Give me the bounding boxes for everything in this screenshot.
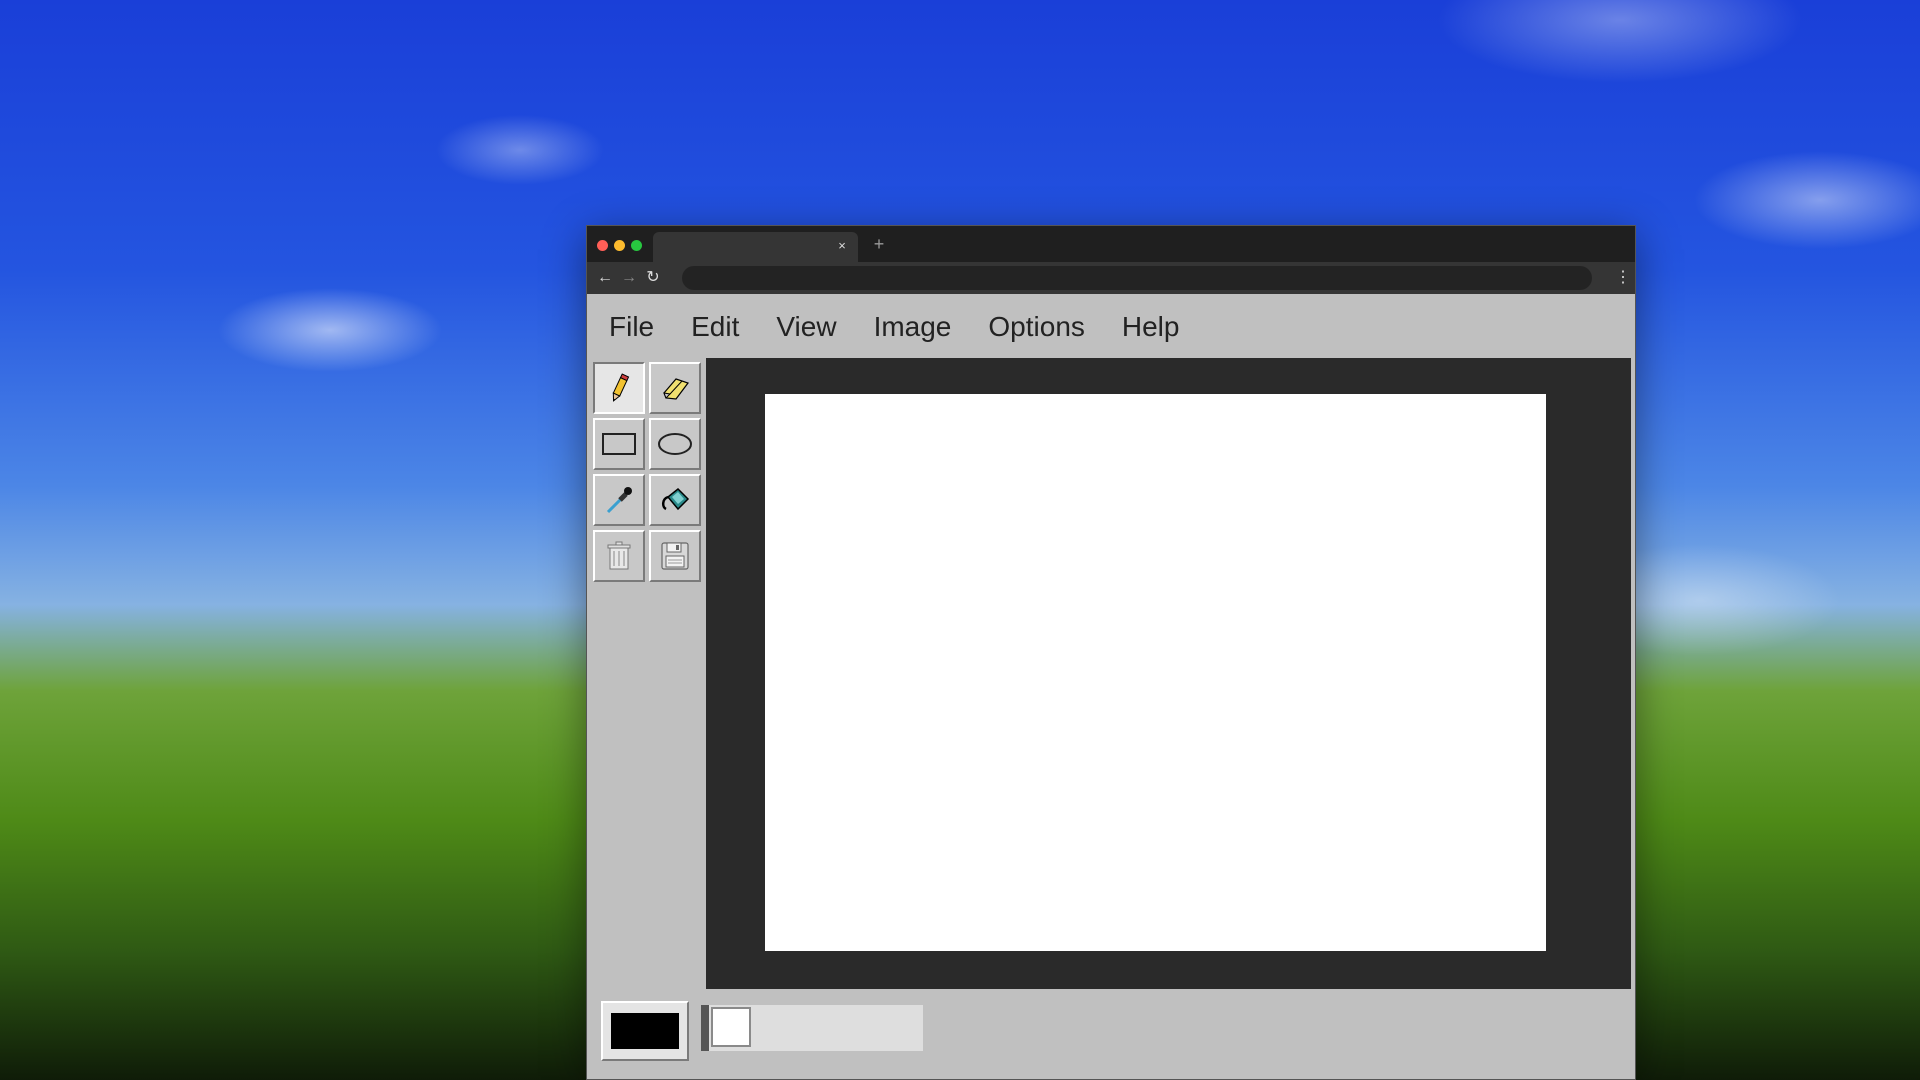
browser-tab[interactable]: × (653, 232, 858, 262)
eraser-icon (663, 378, 689, 400)
palette-color-white[interactable] (711, 1007, 751, 1047)
fill-tool-button[interactable] (649, 474, 701, 526)
ellipse-icon (658, 433, 692, 455)
browser-toolbar: ← → ↻ ⋮ (587, 262, 1635, 294)
drawing-canvas[interactable] (765, 394, 1546, 951)
eraser-tool-button[interactable] (649, 362, 701, 414)
paint-bucket-icon (662, 487, 690, 511)
maximize-window-button[interactable] (631, 240, 642, 251)
color-palette (701, 1005, 923, 1051)
tab-bar: × + (587, 226, 1635, 262)
eyedropper-icon (606, 487, 632, 514)
window-controls (597, 240, 642, 251)
rectangle-tool-button[interactable] (593, 418, 645, 470)
menu-options[interactable]: Options (988, 311, 1085, 343)
browser-window: × + ← → ↻ ⋮ File Edit View Image Options… (586, 225, 1636, 1080)
close-window-button[interactable] (597, 240, 608, 251)
pencil-tool-button[interactable] (593, 362, 645, 414)
canvas-area (706, 358, 1631, 989)
pencil-icon (612, 373, 630, 402)
current-color-box[interactable] (601, 1001, 689, 1061)
palette-divider (701, 1005, 709, 1051)
tab-close-icon[interactable]: × (834, 238, 850, 254)
browser-menu-icon[interactable]: ⋮ (1615, 268, 1631, 288)
address-bar[interactable] (682, 266, 1592, 290)
forward-button[interactable]: → (619, 268, 639, 288)
toolbox (589, 358, 707, 989)
menu-file[interactable]: File (609, 311, 654, 343)
menu-image[interactable]: Image (874, 311, 952, 343)
minimize-window-button[interactable] (614, 240, 625, 251)
eyedropper-tool-button[interactable] (593, 474, 645, 526)
new-tab-button[interactable]: + (869, 234, 889, 254)
ellipse-tool-button[interactable] (649, 418, 701, 470)
clear-button[interactable] (593, 530, 645, 582)
menu-help[interactable]: Help (1122, 311, 1180, 343)
menu-view[interactable]: View (776, 311, 836, 343)
save-button[interactable] (649, 530, 701, 582)
menu-edit[interactable]: Edit (691, 311, 739, 343)
rectangle-icon (602, 433, 636, 455)
color-bar (589, 995, 1631, 1077)
primary-color-swatch (611, 1013, 679, 1049)
trash-icon (607, 541, 631, 570)
menu-bar: File Edit View Image Options Help (589, 302, 1631, 352)
reload-button[interactable]: ↻ (643, 268, 663, 288)
save-icon (661, 542, 689, 570)
back-button[interactable]: ← (595, 268, 615, 288)
